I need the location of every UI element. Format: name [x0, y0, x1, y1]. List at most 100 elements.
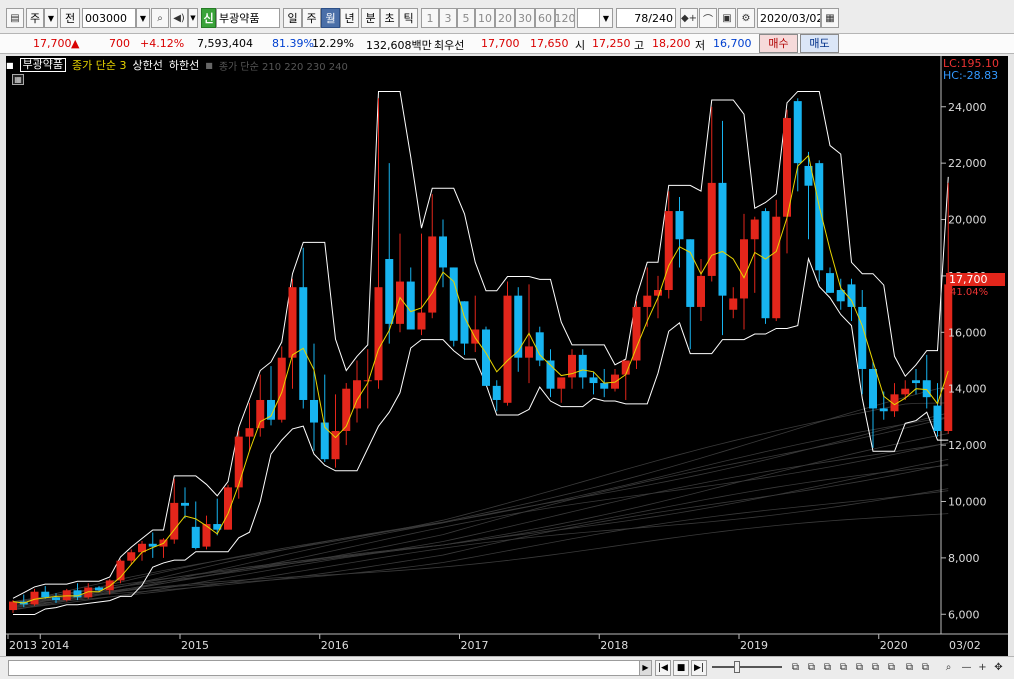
calendar-icon[interactable]: ▦ [821, 8, 839, 28]
candle-body [374, 287, 383, 381]
candle-body [589, 377, 598, 384]
layout-8-icon[interactable]: ⧉ [903, 661, 916, 675]
badge-label: 신 [203, 12, 214, 25]
period-tick-button[interactable]: 틱 [399, 8, 418, 28]
interval-button[interactable]: 1 [421, 8, 439, 28]
date-input[interactable]: 2020/03/02 [757, 8, 821, 28]
prev-button[interactable]: 전 [60, 8, 80, 28]
legend-long-ma[interactable]: 종가 단순 210 220 230 240 [219, 58, 348, 73]
search-zoom-icon[interactable]: ⌕ [942, 661, 955, 675]
interval-button[interactable]: 30 [515, 8, 535, 28]
stop-icon[interactable]: ■ [673, 660, 689, 676]
y-tick-label: 24,000 [948, 101, 987, 114]
legend-stock-name[interactable]: 부광약품 [19, 58, 67, 72]
code-dropdown-icon[interactable]: ▼ [136, 8, 150, 28]
interval-button[interactable]: 3 [439, 8, 457, 28]
candle-body [310, 399, 318, 423]
long-ma-line [12, 417, 949, 603]
plus-icon[interactable]: + [976, 661, 989, 675]
low-label: 저 [695, 39, 706, 52]
period-week-button[interactable]: 주 [302, 8, 321, 28]
period-second-button[interactable]: 초 [380, 8, 399, 28]
zoom-in-icon[interactable]: ◆+ [680, 8, 698, 28]
buy-button[interactable]: 매수 [759, 34, 798, 53]
price-chart[interactable]: 6,0008,00010,00012,00014,00016,00018,000… [6, 56, 1008, 656]
legend-bullet-icon: ■ [205, 60, 213, 70]
y-tick-label: 6,000 [948, 608, 980, 621]
chevron-down-icon[interactable]: ▼ [44, 8, 58, 28]
interval-button[interactable]: 20 [495, 8, 515, 28]
layout-1-icon[interactable]: ⧉ [789, 661, 802, 675]
sell-button[interactable]: 매도 [800, 34, 839, 53]
layout-5-icon[interactable]: ⧉ [853, 661, 866, 675]
interval-label: 5 [462, 11, 470, 25]
candle-body [772, 216, 781, 319]
y-tick-label: 22,000 [948, 157, 987, 170]
interval-button[interactable]: 60 [535, 8, 555, 28]
turnover-rate: 12.29% [312, 37, 354, 50]
chart-canvas: 6,0008,00010,00012,00014,00016,00018,000… [6, 56, 1008, 652]
period-label: 틱 [403, 12, 414, 25]
y-tick-label: 14,000 [948, 383, 987, 396]
legend-upper-band[interactable]: 상한선 [133, 57, 163, 73]
layout-7-icon[interactable]: ⧉ [885, 661, 898, 675]
interval-dropdown-icon[interactable]: ▼ [599, 8, 613, 28]
long-ma-line [12, 385, 949, 611]
move-icon[interactable]: ✥ [992, 661, 1005, 675]
hc-value: HC:-28.83 [943, 69, 999, 82]
count-field[interactable]: 78/240 [616, 8, 676, 28]
zoom-knob[interactable] [734, 661, 740, 673]
zoom-slider[interactable] [712, 666, 782, 668]
period-day-button[interactable]: 일 [283, 8, 302, 28]
gear-icon[interactable]: ⚙ [737, 8, 755, 28]
period-type-select[interactable]: 주 [26, 8, 44, 28]
candle-body [847, 284, 856, 307]
period-minute-button[interactable]: 분 [361, 8, 380, 28]
horizontal-scrollbar[interactable]: ▶ [8, 660, 652, 676]
candle-body [632, 306, 641, 361]
candle-body [514, 295, 523, 358]
code-value: 003000 [85, 11, 127, 25]
code-input[interactable]: 003000 [82, 8, 136, 28]
last-price-marker: 17,700 [946, 273, 1005, 286]
interval-button[interactable]: 120 [555, 8, 575, 28]
legend-ma[interactable]: 종가 단순 3 [72, 57, 126, 73]
interval-button[interactable]: 10 [475, 8, 495, 28]
y-tick-label: 10,000 [948, 495, 987, 508]
y-tick-label: 20,000 [948, 214, 987, 227]
layout-6-icon[interactable]: ⧉ [869, 661, 882, 675]
save-icon[interactable]: ▣ [718, 8, 736, 28]
stock-name-field[interactable]: 부광약품 [216, 8, 280, 28]
layout-9-icon[interactable]: ⧉ [919, 661, 932, 675]
candle-body [503, 295, 512, 403]
candle-body [600, 383, 609, 389]
interval-button[interactable]: 5 [457, 8, 475, 28]
candle-body [869, 368, 877, 409]
speaker-dropdown-icon[interactable]: ▼ [188, 8, 198, 28]
candle-body [664, 211, 673, 291]
scroll-first-icon[interactable]: |◀ [655, 660, 671, 676]
legend-lower-band[interactable]: 하한선 [169, 57, 199, 73]
scroll-thumb[interactable]: ▶ [639, 661, 651, 675]
scroll-bar: ▶ |◀ ■ ▶| ⧉ ⧉ ⧉ ⧉ ⧉ ⧉ ⧉ ⧉ ⧉ ⌕ — + ✥ [0, 656, 1014, 679]
candle-body [277, 357, 286, 420]
speaker-icon[interactable]: ◀) [170, 8, 188, 28]
chart-type-icon[interactable]: ▤ [6, 8, 24, 28]
minus-icon[interactable]: — [960, 661, 973, 675]
candles [9, 98, 953, 613]
x-tick-label: 2020 [880, 639, 908, 652]
period-label: 분 [365, 12, 376, 25]
overlay-icon[interactable]: ⌒ [699, 8, 717, 28]
grid-toggle-icon[interactable]: ▦ [12, 74, 24, 85]
period-year-button[interactable]: 년 [340, 8, 359, 28]
period-month-button[interactable]: 월 [321, 8, 340, 28]
layout-2-icon[interactable]: ⧉ [805, 661, 818, 675]
layout-4-icon[interactable]: ⧉ [837, 661, 850, 675]
layout-3-icon[interactable]: ⧉ [821, 661, 834, 675]
high-price: 18,200 [652, 37, 691, 50]
new-listing-badge: 신 [201, 8, 216, 28]
candle-body [826, 273, 834, 293]
search-icon[interactable]: ⌕ [151, 8, 169, 28]
scroll-last-icon[interactable]: ▶| [691, 660, 707, 676]
volume: 7,593,404 [197, 37, 253, 50]
